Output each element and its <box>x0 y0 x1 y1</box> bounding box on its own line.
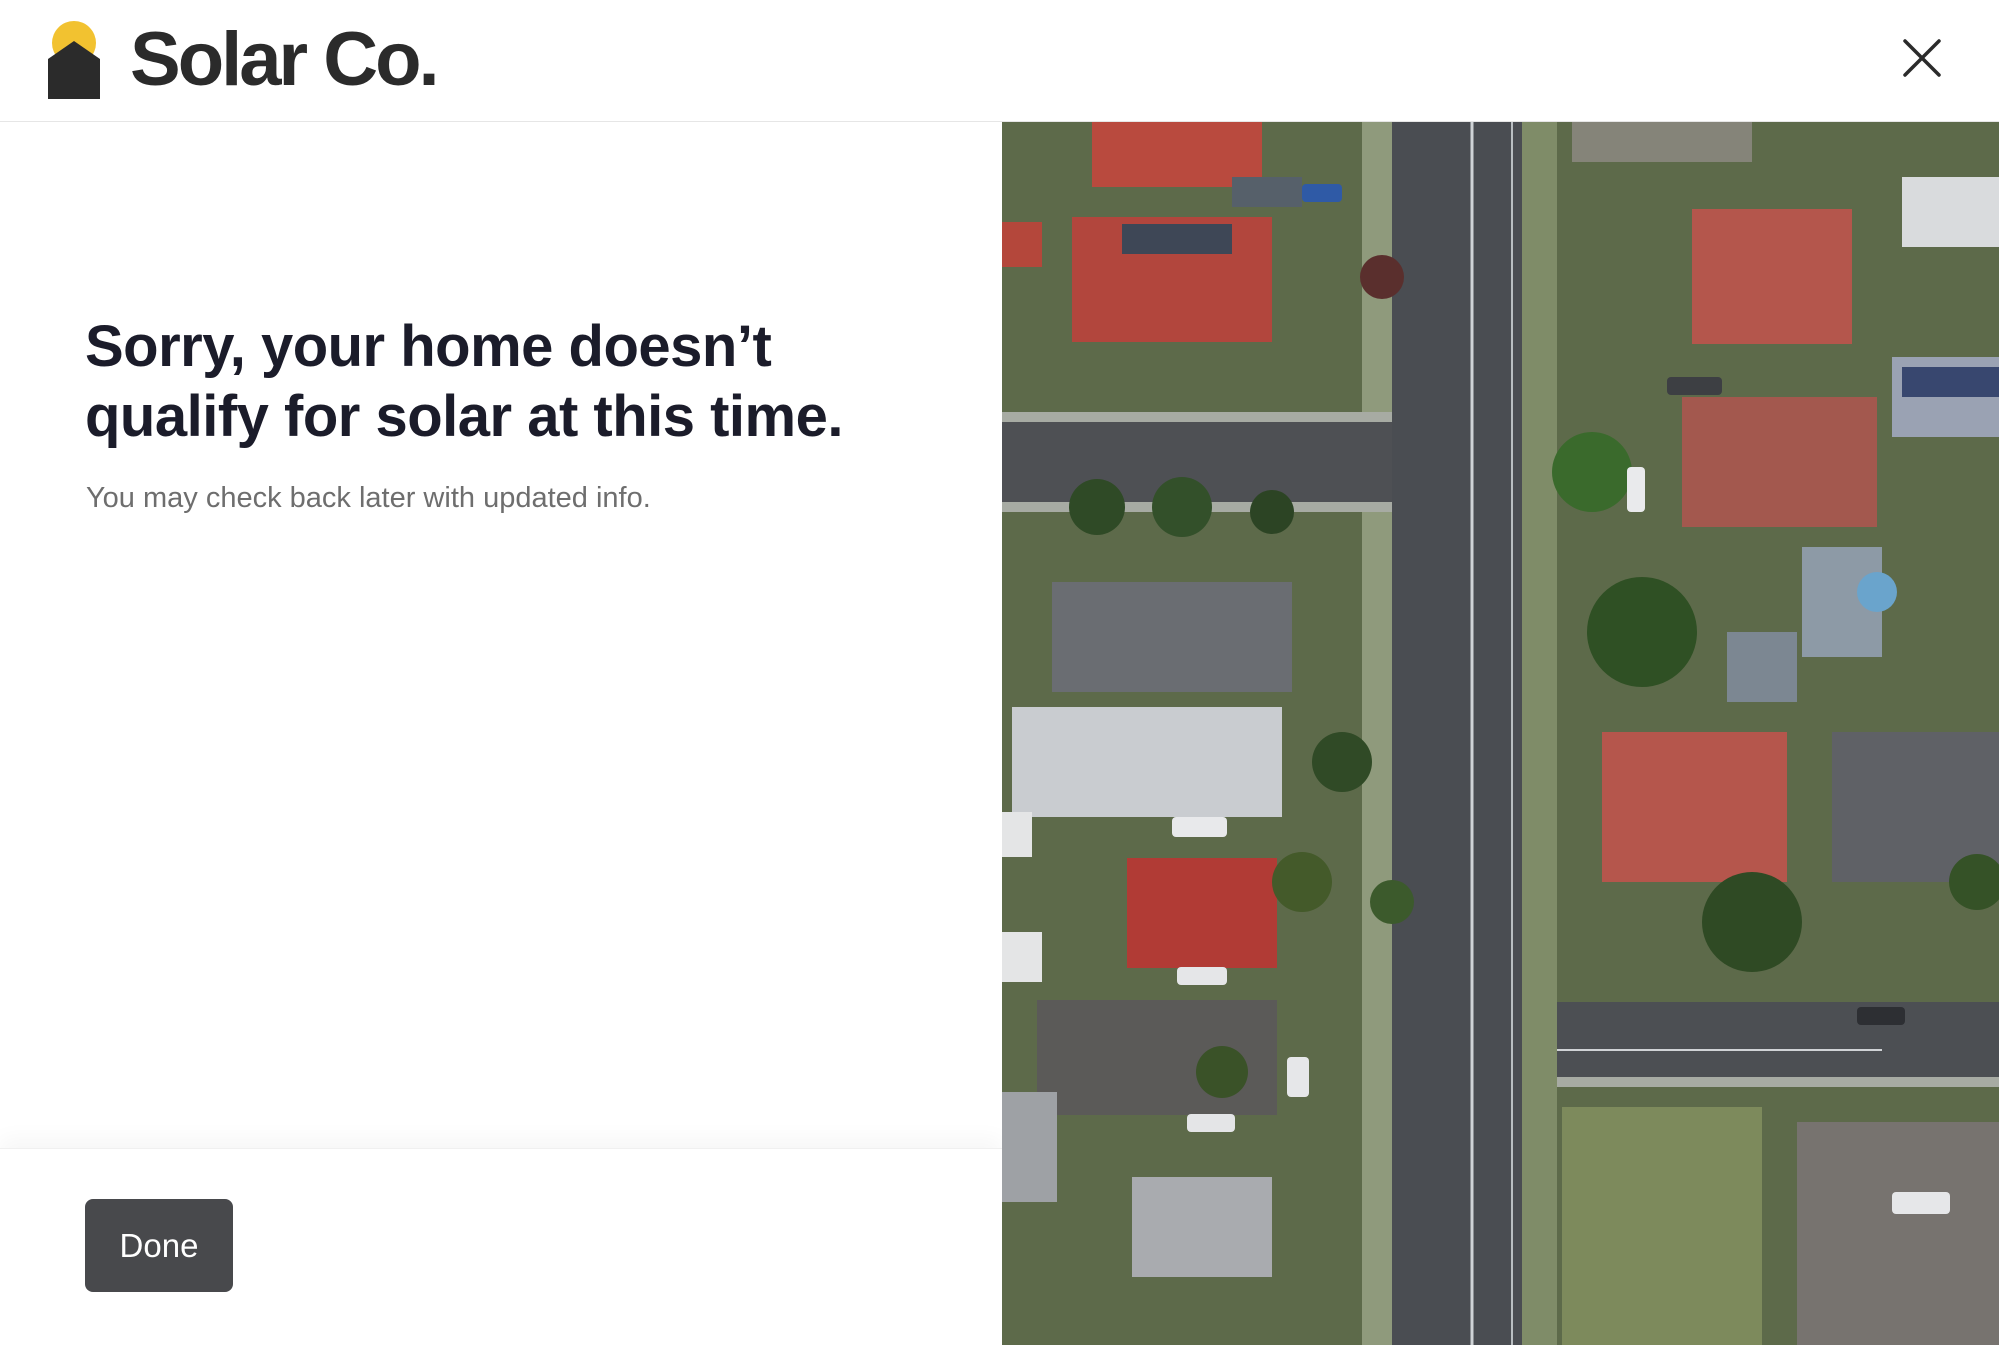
modal-header: Solar Co. <box>0 0 1999 122</box>
modal-footer: Done <box>0 1148 1002 1345</box>
house-sun-logo-icon <box>48 21 100 99</box>
brand-name: Solar Co. <box>130 17 440 102</box>
done-button[interactable]: Done <box>85 1199 233 1292</box>
brand-logo: Solar Co. <box>48 17 440 102</box>
page-subtitle: You may check back later with updated in… <box>86 482 651 514</box>
close-icon <box>1900 39 1944 83</box>
message-panel: Sorry, your home doesn’t qualify for sol… <box>0 122 1002 1345</box>
page-title: Sorry, your home doesn’t qualify for sol… <box>85 314 843 449</box>
close-button[interactable] <box>1900 36 1944 80</box>
aerial-neighborhood-photo <box>1002 122 1999 1345</box>
disqualified-modal: Solar Co. Sorry, your home doesn’t quali… <box>0 0 1999 1345</box>
